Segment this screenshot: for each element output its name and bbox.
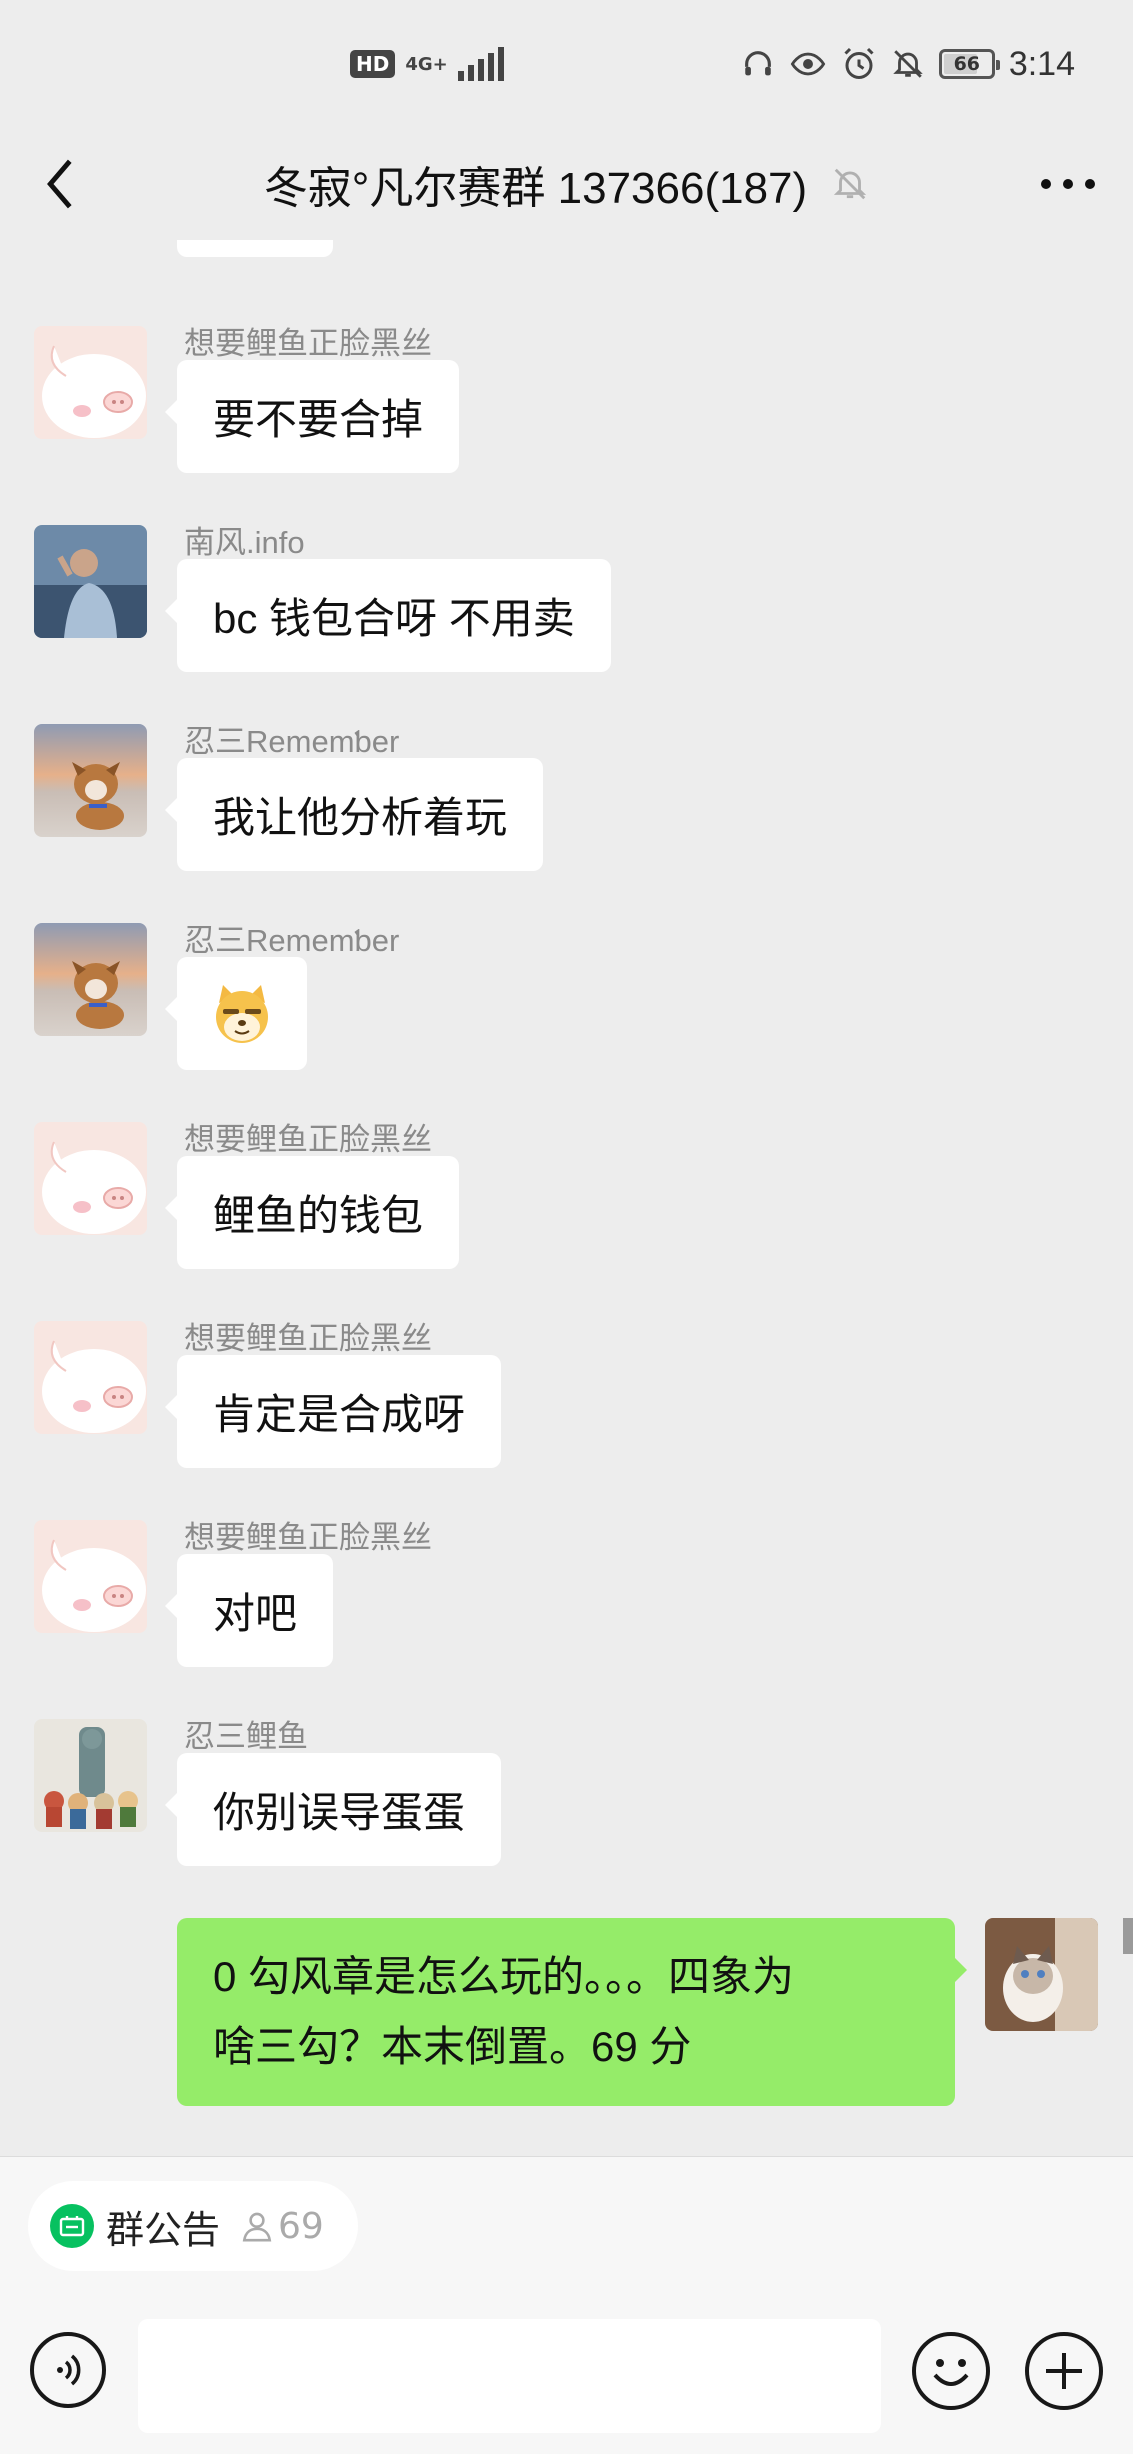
more-button[interactable] [1033, 156, 1103, 212]
signal-icon [457, 47, 504, 81]
bell-off-icon [893, 50, 923, 78]
chevron-left-icon [47, 159, 72, 209]
voice-icon [57, 2354, 81, 2386]
message-text: 肯定是合成呀 [213, 1391, 466, 1438]
pig-avatar[interactable] [34, 1122, 147, 1235]
sender-name: 想要鲤鱼正脸黑丝 [184, 1321, 432, 1356]
more-functions-button[interactable] [1025, 2332, 1103, 2410]
figures-avatar[interactable] [34, 1719, 147, 1832]
hd-badge: HD [350, 50, 396, 78]
message-text: 你别误导蛋蛋 [213, 1789, 466, 1836]
member-count-value: 69 [278, 2205, 324, 2247]
smile-icon [933, 2359, 969, 2386]
nav-bar: 冬寂°凡尔赛群 137366(187) [0, 128, 1133, 240]
alarm-icon [844, 47, 874, 79]
person-icon [242, 2212, 272, 2242]
clock: 3:14 [1008, 44, 1075, 83]
message-bubble[interactable]: 鲤鱼的钱包 [164, 1156, 460, 1269]
sender-name: 南风.info [184, 525, 305, 560]
bell-off-icon [834, 168, 867, 200]
more-icon [1041, 179, 1095, 189]
sender-name: 忍三Rememƅer [184, 724, 400, 759]
message-text: bc 钱包合呀 不用卖 [213, 595, 575, 642]
group-notice-button[interactable]: 群公告 69 [28, 2181, 358, 2271]
notice-icon [50, 2204, 94, 2248]
message-text: 要不要合掉 [213, 396, 424, 443]
pig-avatar[interactable] [34, 1321, 147, 1434]
message-text: 鲤鱼的钱包 [213, 1192, 424, 1239]
message-bubble[interactable]: 你别误导蛋蛋 [164, 1753, 502, 1866]
message-bubble[interactable]: 对吧 [164, 1554, 334, 1667]
network-indicator: HD 4G+ [350, 44, 504, 84]
puppy-avatar[interactable] [34, 923, 147, 1036]
back-button[interactable] [30, 150, 90, 218]
voice-input-button[interactable] [30, 2332, 106, 2408]
status-bar: HD 4G+ 66 3:14 [0, 0, 1133, 128]
message-bubble[interactable] [165, 957, 307, 1070]
self-message-bubble[interactable]: 0 勾风章是怎么玩的。。。四象为 啥三勾？本末倒置。69 分 [177, 1918, 967, 2106]
sender-name: 忍三鲤鱼 [184, 1719, 308, 1754]
message-bubble[interactable]: 要不要合掉 [164, 360, 460, 473]
message-bubble[interactable]: 肯定是合成呀 [164, 1355, 502, 1468]
cat-avatar[interactable] [985, 1918, 1098, 2031]
status-icons: 66 3:14 [741, 40, 1075, 88]
battery-icon: 66 [938, 49, 1000, 79]
chat-title-area[interactable]: 冬寂°凡尔赛群 137366(187) [0, 128, 1133, 240]
chat-area[interactable]: 你说 想要鲤鱼正脸黑丝 要不要合掉 南风.info bc 钱包合呀 不用卖 忍三… [0, 240, 1133, 2156]
pig-avatar[interactable] [34, 1520, 147, 1633]
message-text-line: 啥三勾？本末倒置。69 分 [213, 2023, 692, 2070]
message-input[interactable] [138, 2319, 881, 2433]
emoji-button[interactable] [912, 2332, 990, 2410]
sender-name: 想要鲤鱼正脸黑丝 [184, 1122, 432, 1157]
member-count: 69 [240, 2206, 324, 2247]
bottom-panel: 群公告 69 [0, 2156, 1133, 2454]
plus-icon [1046, 2353, 1082, 2389]
sender-name: 忍三Rememƅer [184, 923, 400, 958]
network-type: 4G+ [405, 53, 448, 75]
message-text: 我让他分析着玩 [213, 794, 508, 841]
message-text-line: 0 勾风章是怎么玩的。。。四象为 [213, 1953, 795, 2000]
message-bubble[interactable]: bc 钱包合呀 不用卖 [165, 559, 611, 672]
notice-label: 群公告 [106, 2209, 221, 2252]
puppy-avatar[interactable] [34, 724, 147, 837]
headset-icon [744, 51, 771, 76]
chat-title: 冬寂°凡尔赛群 137366(187) [263, 164, 808, 213]
sender-name: 想要鲤鱼正脸黑丝 [184, 1520, 432, 1555]
eye-icon [790, 52, 826, 76]
photo-avatar[interactable] [34, 525, 147, 638]
pig-avatar[interactable] [34, 326, 147, 439]
battery-level: 66 [953, 53, 981, 75]
scrollbar-thumb[interactable] [1123, 1918, 1133, 1954]
message-text: 对吧 [213, 1590, 298, 1637]
message-bubble[interactable]: 我让他分析着玩 [164, 758, 544, 871]
message-bubble[interactable]: 你说 [177, 240, 334, 257]
sender-name: 想要鲤鱼正脸黑丝 [184, 326, 432, 361]
doge-sticker-icon [216, 984, 268, 1043]
